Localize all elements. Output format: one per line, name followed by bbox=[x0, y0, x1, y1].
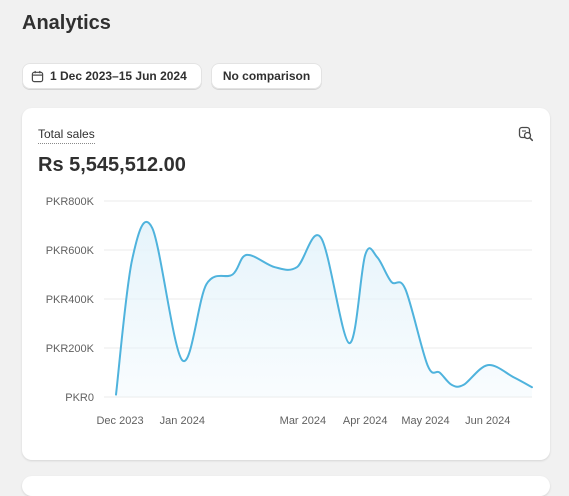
page-title: Analytics bbox=[22, 12, 111, 34]
metric-value: Rs 5,545,512.00 bbox=[38, 154, 186, 176]
x-tick-label: Jan 2024 bbox=[160, 415, 205, 427]
x-tick-label: Mar 2024 bbox=[280, 415, 326, 427]
y-tick-label: PKR600K bbox=[46, 245, 95, 257]
comparison-button[interactable]: No comparison bbox=[211, 63, 322, 89]
y-tick-label: PKR800K bbox=[46, 196, 95, 208]
x-tick-label: May 2024 bbox=[401, 415, 449, 427]
explore-search-icon[interactable] bbox=[518, 126, 534, 142]
x-tick-label: Dec 2023 bbox=[96, 415, 143, 427]
y-tick-label: PKR0 bbox=[65, 392, 94, 404]
x-tick-label: Apr 2024 bbox=[343, 415, 388, 427]
date-range-button[interactable]: 1 Dec 2023–15 Jun 2024 bbox=[22, 63, 202, 89]
total-sales-card: PKR0 PKR200K PKR400K PKR600K PKR800K Dec 2023… bbox=[22, 108, 550, 460]
calendar-icon bbox=[31, 70, 44, 82]
y-tick-label: PKR400K bbox=[46, 294, 95, 306]
x-tick-label: Jun 2024 bbox=[465, 415, 510, 427]
date-range-label: 1 Dec 2023–15 Jun 2024 bbox=[50, 69, 187, 83]
next-card bbox=[22, 476, 550, 496]
comparison-label: No comparison bbox=[222, 69, 311, 83]
y-tick-label: PKR200K bbox=[46, 343, 95, 355]
metric-title[interactable]: Total sales bbox=[38, 127, 95, 144]
